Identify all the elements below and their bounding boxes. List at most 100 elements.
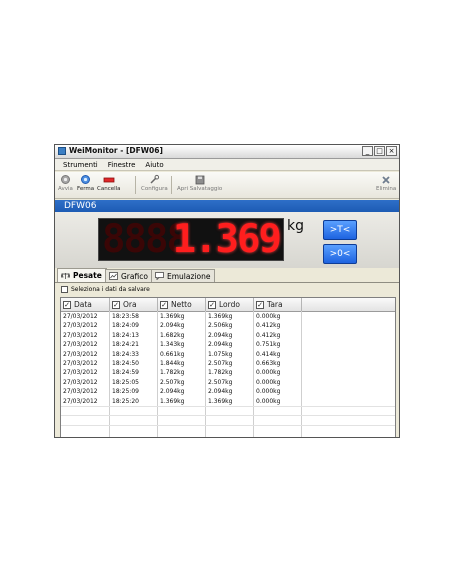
cell-data: 27/03/2012 xyxy=(63,397,98,405)
cell-data: 27/03/2012 xyxy=(63,313,98,320)
cell-ora: 18:24:09 xyxy=(112,322,139,330)
cell-lordo: 2.094kg xyxy=(208,331,233,339)
column-tara-checkbox[interactable]: ✓ xyxy=(256,300,264,309)
column-tara-label: Tara xyxy=(267,300,283,309)
menu-strumenti[interactable]: Strumenti xyxy=(63,159,98,170)
open-save-button[interactable]: Apri Salvataggio xyxy=(177,174,222,192)
app-window: WeiMonitor - [DFW06] _ □ × Strumenti Fin… xyxy=(54,144,400,438)
cell-data: 27/03/2012 xyxy=(63,388,98,396)
cell-ora: 18:24:50 xyxy=(112,360,139,367)
cell-tara: 0.000kg xyxy=(256,313,281,320)
column-ora-checkbox[interactable]: ✓ xyxy=(112,300,120,309)
cell-netto: 2.507kg xyxy=(160,378,185,386)
menu-aiuto[interactable]: Aiuto xyxy=(145,159,163,170)
table-row[interactable]: 27/03/2012 18:24:09 2.094kg 2.506kg 0.41… xyxy=(61,321,395,330)
column-data[interactable]: ✓ Data xyxy=(61,298,110,311)
delete-button[interactable]: Elimina xyxy=(376,174,396,192)
cell-data: 27/03/2012 xyxy=(63,360,98,367)
column-data-checkbox[interactable]: ✓ xyxy=(63,300,71,309)
table-row[interactable]: 27/03/2012 18:24:50 1.844kg 2.507kg 0.66… xyxy=(61,359,395,368)
table-row[interactable]: 27/03/2012 18:24:33 0.661kg 1.075kg 0.41… xyxy=(61,350,395,359)
row-divider xyxy=(61,415,395,417)
save-selection-row[interactable]: Seleziona i dati da salvare xyxy=(61,286,150,293)
gear-icon xyxy=(59,174,71,185)
table-header: ✓ Data ✓ Ora ✓ Netto ✓ Lordo ✓ Tara xyxy=(61,298,395,312)
open-save-label: Apri Salvataggio xyxy=(177,186,223,192)
save-selection-label: Seleziona i dati da salvare xyxy=(71,286,150,293)
configure-label: Configura xyxy=(141,186,168,192)
cell-tara: 0.412kg xyxy=(256,331,281,339)
table-row[interactable]: 27/03/2012 18:24:21 1.343kg 2.094kg 0.75… xyxy=(61,340,395,349)
weight-unit: kg xyxy=(287,218,304,234)
zero-button[interactable]: >0< xyxy=(323,244,357,264)
start-label: Avvia xyxy=(58,186,73,192)
table-row[interactable]: 27/03/2012 18:24:59 1.782kg 1.782kg 0.00… xyxy=(61,368,395,377)
cell-ora: 18:25:20 xyxy=(112,397,139,405)
device-name: DFW06 xyxy=(64,201,97,211)
tab-grafico[interactable]: Grafico xyxy=(105,269,153,282)
weight-display: 8888 1.369 xyxy=(98,218,284,261)
table-row[interactable]: 27/03/2012 18:24:13 1.682kg 2.094kg 0.41… xyxy=(61,331,395,340)
start-button[interactable]: Avvia xyxy=(58,174,73,192)
cell-tara: 0.000kg xyxy=(256,388,281,396)
cell-tara: 0.751kg xyxy=(256,341,281,349)
tab-pesate[interactable]: Pesate xyxy=(57,268,107,282)
cell-lordo: 2.094kg xyxy=(208,388,233,396)
tab-emulazione-label: Emulazione xyxy=(167,271,211,281)
column-netto[interactable]: ✓ Netto xyxy=(158,298,206,311)
maximize-button[interactable]: □ xyxy=(374,146,385,156)
menu-bar: Strumenti Finestre Aiuto xyxy=(55,159,399,171)
speech-bubble-icon xyxy=(155,272,164,280)
cell-data: 27/03/2012 xyxy=(63,322,98,330)
weight-panel: 8888 1.369 kg >T< >0< xyxy=(55,212,399,268)
wrench-icon xyxy=(148,174,160,185)
column-lordo[interactable]: ✓ Lordo xyxy=(206,298,254,311)
tab-emulazione[interactable]: Emulazione xyxy=(151,269,216,282)
tare-button[interactable]: >T< xyxy=(323,220,357,240)
cell-data: 27/03/2012 xyxy=(63,369,98,377)
column-data-label: Data xyxy=(74,300,92,309)
weight-value: 1.369 xyxy=(172,217,282,262)
row-divider xyxy=(61,406,395,407)
cell-lordo: 1.369kg xyxy=(208,397,233,405)
cell-tara: 0.412kg xyxy=(256,322,281,330)
column-netto-checkbox[interactable]: ✓ xyxy=(160,300,168,309)
table-row[interactable]: 27/03/2012 18:25:09 2.094kg 2.094kg 0.00… xyxy=(61,387,395,396)
menu-finestre[interactable]: Finestre xyxy=(108,159,136,170)
save-selection-checkbox[interactable] xyxy=(61,286,68,293)
disk-icon xyxy=(194,174,206,185)
table-row[interactable]: 27/03/2012 18:25:05 2.507kg 2.507kg 0.00… xyxy=(61,378,395,387)
cell-lordo: 1.782kg xyxy=(208,369,233,377)
cell-lordo: 2.094kg xyxy=(208,341,233,349)
cell-lordo: 2.507kg xyxy=(208,378,233,386)
column-tara[interactable]: ✓ Tara xyxy=(254,298,302,311)
device-header: DFW06 xyxy=(55,200,399,212)
eraser-icon xyxy=(103,174,115,185)
tab-pesate-label: Pesate xyxy=(73,271,102,280)
row-divider xyxy=(61,424,395,426)
cell-tara: 0.663kg xyxy=(256,360,281,367)
configure-button[interactable]: Configura xyxy=(141,174,168,192)
cell-netto: 1.343kg xyxy=(160,341,185,349)
chart-icon xyxy=(109,272,118,280)
close-button[interactable]: × xyxy=(386,146,397,156)
cell-netto: 1.682kg xyxy=(160,331,185,339)
cell-tara: 0.000kg xyxy=(256,369,281,377)
window-controls: _ □ × xyxy=(362,146,397,156)
column-lordo-checkbox[interactable]: ✓ xyxy=(208,300,216,309)
table-row[interactable]: 27/03/2012 18:25:20 1.369kg 1.369kg 0.00… xyxy=(61,397,395,406)
clear-button[interactable]: Cancella xyxy=(97,174,121,192)
stop-button[interactable]: Ferma xyxy=(77,174,94,192)
column-ora[interactable]: ✓ Ora xyxy=(110,298,158,311)
minimize-button[interactable]: _ xyxy=(362,146,373,156)
cell-netto: 2.094kg xyxy=(160,322,185,330)
toolbar-separator xyxy=(135,176,136,194)
cell-ora: 18:24:13 xyxy=(112,331,139,339)
cell-ora: 18:25:09 xyxy=(112,388,139,396)
column-netto-label: Netto xyxy=(171,300,192,309)
title-bar[interactable]: WeiMonitor - [DFW06] _ □ × xyxy=(55,145,399,159)
table-row[interactable]: 27/03/2012 18:23:58 1.369kg 1.369kg 0.00… xyxy=(61,312,395,321)
app-icon xyxy=(58,147,66,155)
weighings-table: ✓ Data ✓ Ora ✓ Netto ✓ Lordo ✓ Tara 27/0… xyxy=(60,297,396,437)
window-title: WeiMonitor - [DFW06] xyxy=(69,146,163,155)
